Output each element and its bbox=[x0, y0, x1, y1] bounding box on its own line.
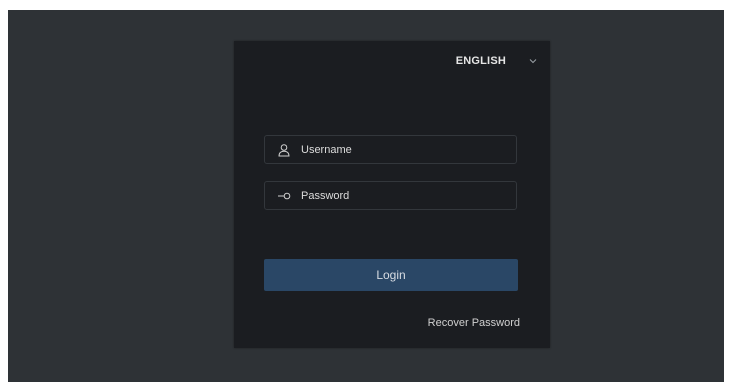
login-panel: ENGLISH Login Recover Password bbox=[234, 41, 550, 348]
user-icon bbox=[278, 143, 290, 156]
chevron-down-icon bbox=[529, 59, 537, 64]
language-selector[interactable]: ENGLISH bbox=[456, 55, 538, 67]
login-button[interactable]: Login bbox=[264, 259, 518, 291]
password-input[interactable] bbox=[299, 188, 503, 203]
key-icon bbox=[278, 192, 291, 199]
screen-background: ENGLISH Login Recover Password bbox=[8, 10, 724, 382]
password-field[interactable] bbox=[264, 181, 517, 210]
recover-password-link[interactable]: Recover Password bbox=[428, 317, 520, 329]
username-input[interactable] bbox=[299, 142, 503, 157]
username-field[interactable] bbox=[264, 135, 517, 164]
language-label: ENGLISH bbox=[455, 55, 506, 67]
